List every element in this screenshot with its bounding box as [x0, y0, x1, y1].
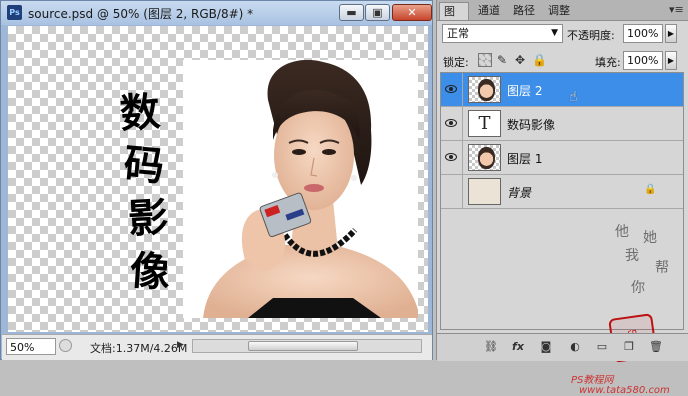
layer-name: 数码影像	[507, 118, 556, 132]
layer-row-layer-2[interactable]: 图层 2 ☝	[441, 73, 683, 107]
status-menu-icon[interactable]	[59, 339, 72, 352]
tab-channels[interactable]: 通道	[474, 2, 504, 20]
lock-all-icon[interactable]: 🔒	[532, 53, 547, 67]
watermark-url: www.tata580.com	[579, 385, 670, 396]
minimize-button[interactable]: ▬	[339, 4, 364, 21]
zoom-level-field[interactable]: 50%	[6, 338, 56, 355]
tab-layers[interactable]: 图层	[439, 2, 469, 36]
layer-style-fx-icon[interactable]: fx	[510, 340, 526, 354]
close-button[interactable]: ✕	[392, 4, 432, 21]
document-status-bar: 50% 文档:1.37M/4.26M ▶	[2, 334, 432, 360]
delete-layer-icon[interactable]: 🗑	[648, 340, 664, 354]
horizontal-scrollbar[interactable]	[192, 339, 422, 353]
watermark-calligraphy: 他 她 我 帮 你	[601, 223, 681, 323]
calligraphy-char: 码	[122, 140, 166, 191]
fill-slider-button[interactable]: ▶	[665, 51, 677, 70]
portrait-photo	[183, 60, 418, 318]
photoshop-logo-icon: Ps	[7, 5, 22, 20]
document-title: source.psd @ 50% (图层 2, RGB/8#) *	[28, 7, 254, 21]
add-mask-icon[interactable]: ◙	[538, 340, 554, 354]
maximize-button[interactable]: ▣	[365, 4, 390, 21]
chevron-down-icon: ▼	[551, 28, 558, 38]
watermark-char: 你	[631, 280, 645, 296]
fill-field[interactable]: 100%	[623, 51, 663, 70]
layer-row-layer-1[interactable]: 图层 1	[441, 141, 683, 175]
visibility-toggle[interactable]	[441, 107, 463, 140]
lock-icon: 🔒	[644, 184, 657, 195]
lock-transparency-icon[interactable]	[478, 53, 492, 67]
visibility-toggle[interactable]	[441, 73, 463, 106]
document-window: Ps source.psd @ 50% (图层 2, RGB/8#) * ▬ ▣…	[0, 0, 433, 360]
calligraphy-char: 像	[128, 246, 172, 297]
watermark-char: 她	[643, 230, 657, 246]
document-size-info: 文档:1.37M/4.26M	[90, 342, 188, 355]
layers-list: 图层 2 ☝ T 数码影像 图层 1 背景 🔒 他 她 我 帮 你 PS教程网 …	[440, 72, 684, 396]
adjustment-layer-icon[interactable]: ◐	[567, 340, 583, 354]
layers-panel: 图层 通道 路径 调整 ▾≡ 正常 ▼ 不透明度: 100% ▶ 锁定: ✎ ✥…	[436, 0, 688, 396]
watermark-char: 我	[625, 248, 639, 264]
lock-pixels-icon[interactable]: ✎	[495, 53, 509, 67]
visibility-toggle[interactable]	[441, 141, 463, 174]
text-layer-thumbnail: T	[468, 110, 501, 137]
watermark-char: 帮	[655, 260, 669, 276]
calligraphy-text-layer: 数 码 影 像	[116, 86, 176, 298]
new-group-icon[interactable]: ▭	[594, 340, 610, 354]
calligraphy-char: 数	[118, 88, 162, 138]
panel-menu-icon[interactable]: ▾≡	[669, 3, 684, 16]
eye-icon[interactable]	[445, 85, 457, 93]
watermark-char: 他	[615, 224, 629, 240]
layer-thumbnail	[468, 76, 501, 103]
status-arrow-icon[interactable]: ▶	[177, 340, 184, 350]
layer-name: 背景	[507, 186, 532, 200]
watermark-caption: PS教程网	[571, 375, 614, 386]
layer-name: 图层 2	[507, 84, 543, 98]
link-layers-icon[interactable]: ⛓	[483, 340, 499, 354]
scrollbar-thumb[interactable]	[248, 341, 358, 351]
opacity-slider-button[interactable]: ▶	[665, 24, 677, 43]
new-layer-icon[interactable]: ❐	[621, 340, 637, 354]
blend-mode-value: 正常	[447, 27, 469, 40]
tab-adjustments[interactable]: 调整	[544, 2, 574, 20]
visibility-toggle[interactable]	[441, 175, 463, 208]
tab-paths[interactable]: 路径	[509, 2, 539, 20]
background-thumbnail	[468, 178, 501, 205]
document-canvas[interactable]: 数 码 影 像	[8, 26, 428, 332]
layer-thumbnail	[468, 144, 501, 171]
layer-row-background[interactable]: 背景 🔒	[441, 175, 683, 209]
layer-name: 图层 1	[507, 152, 543, 166]
blend-mode-select[interactable]: 正常 ▼	[442, 24, 563, 43]
document-title-bar[interactable]: Ps source.psd @ 50% (图层 2, RGB/8#) * ▬ ▣…	[1, 1, 432, 25]
layers-panel-toolbar: ⛓ fx ◙ ◐ ▭ ❐ 🗑	[437, 333, 688, 361]
panel-tab-bar: 图层 通道 路径 调整 ▾≡	[437, 0, 688, 36]
lock-label: 锁定:	[443, 56, 469, 69]
lock-position-icon[interactable]: ✥	[513, 53, 527, 67]
opacity-label: 不透明度:	[567, 29, 615, 42]
eye-icon[interactable]	[445, 119, 457, 127]
eye-icon[interactable]	[445, 153, 457, 161]
opacity-field[interactable]: 100%	[623, 24, 663, 43]
layer-row-text[interactable]: T 数码影像	[441, 107, 683, 141]
calligraphy-char: 影	[126, 193, 170, 243]
fill-label: 填充:	[595, 56, 621, 69]
hand-cursor-icon: ☝	[569, 89, 578, 105]
